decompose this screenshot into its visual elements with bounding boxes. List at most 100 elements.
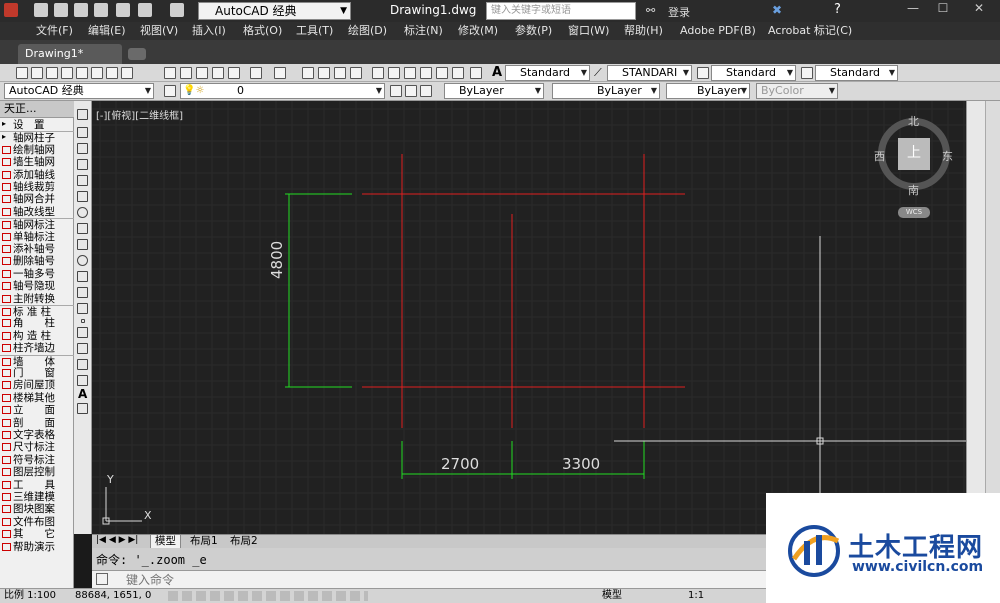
palette-item[interactable]: 柱齐墙边: [0, 342, 74, 354]
palette-item[interactable]: 轴改线型: [0, 206, 74, 218]
minimize-button[interactable]: —: [900, 1, 926, 17]
menu-modify[interactable]: 修改(M): [458, 22, 498, 40]
palette-item[interactable]: 墙生轴网: [0, 156, 74, 168]
copy-icon[interactable]: [180, 67, 192, 79]
point-icon[interactable]: [81, 319, 85, 323]
exchange-icon[interactable]: ✖: [772, 3, 782, 17]
cylinder-icon[interactable]: [31, 67, 43, 79]
wedge-icon[interactable]: [91, 67, 103, 79]
cut-icon[interactable]: [164, 67, 176, 79]
palette-item[interactable]: 楼梯其他: [0, 392, 74, 404]
palette-item[interactable]: 添补轴号: [0, 243, 74, 255]
viewcube-top[interactable]: 上: [898, 138, 930, 170]
tab-first-icon[interactable]: |◀ ◀ ▶ ▶|: [96, 535, 138, 545]
rectangle-icon[interactable]: [77, 175, 88, 186]
palette-item[interactable]: 删除轴号: [0, 255, 74, 267]
compass-east[interactable]: 东: [942, 148, 953, 164]
compass-west[interactable]: 西: [874, 148, 885, 164]
palette-item[interactable]: 图块图案: [0, 503, 74, 515]
undo-icon[interactable]: [250, 67, 262, 79]
make-block-icon[interactable]: [77, 303, 88, 314]
menu-tools[interactable]: 工具(T): [296, 22, 333, 40]
undo-icon[interactable]: [138, 3, 152, 17]
menu-file[interactable]: 文件(F): [36, 22, 73, 40]
multileader-style-select[interactable]: Standard ▼: [815, 65, 898, 81]
sheet-set-icon[interactable]: [420, 67, 432, 79]
zoom-previous-icon[interactable]: [350, 67, 362, 79]
layer-manager-icon[interactable]: [164, 85, 176, 97]
scale-readout[interactable]: 比例 1:100: [4, 589, 56, 603]
text-style-select[interactable]: Standard ▼: [505, 65, 590, 81]
menu-format[interactable]: 格式(O): [243, 22, 282, 40]
drawing-canvas[interactable]: [-][俯视][二维线框] 上 北 西 东 南 WCS 4800 2700 33…: [92, 101, 966, 534]
block-editor-icon[interactable]: [228, 67, 240, 79]
layer-select[interactable]: 💡☼ 0 ▼: [180, 83, 385, 99]
make-current-icon[interactable]: [390, 85, 402, 97]
palette-item[interactable]: 构 造 柱: [0, 330, 74, 342]
binoculars-icon[interactable]: ⚯: [646, 4, 655, 17]
properties-icon[interactable]: [372, 67, 384, 79]
tab-drawing1[interactable]: Drawing1*: [18, 44, 122, 64]
wcs-menu[interactable]: WCS: [898, 207, 930, 218]
tool-palette-icon[interactable]: [404, 67, 416, 79]
compass-south[interactable]: 南: [908, 182, 919, 198]
palette-item[interactable]: 角 柱: [0, 317, 74, 329]
menu-parametric[interactable]: 参数(P): [515, 22, 552, 40]
help-icon[interactable]: ?: [834, 2, 841, 17]
palette-item[interactable]: 尺寸标注: [0, 441, 74, 453]
cube-icon[interactable]: [16, 67, 28, 79]
palette-item[interactable]: 图层控制: [0, 466, 74, 478]
circle-icon[interactable]: [77, 207, 88, 218]
table-icon[interactable]: [77, 375, 88, 386]
palette-item[interactable]: 门 窗: [0, 367, 74, 379]
save-as-icon[interactable]: [94, 3, 108, 17]
palette-item[interactable]: 立 面: [0, 404, 74, 416]
dim-style-select[interactable]: STANDARI ▼: [607, 65, 692, 81]
workspace-select[interactable]: AutoCAD 经典 ▼: [198, 2, 351, 20]
palette-item[interactable]: 其 它: [0, 528, 74, 540]
palette-item[interactable]: 文字表格: [0, 429, 74, 441]
multiline-text-icon[interactable]: A: [78, 387, 87, 401]
palette-item[interactable]: 文件布图: [0, 516, 74, 528]
line-icon[interactable]: [77, 109, 88, 120]
insert-block-icon[interactable]: [77, 287, 88, 298]
extrude-icon[interactable]: [121, 67, 133, 79]
palette-item[interactable]: 轴线裁剪: [0, 181, 74, 193]
gradient-icon[interactable]: [77, 343, 88, 354]
app-logo-icon[interactable]: [4, 3, 18, 17]
linetype-select[interactable]: ByLayer ▼: [552, 83, 660, 99]
menu-insert[interactable]: 插入(I): [192, 22, 226, 40]
match-properties-icon[interactable]: [212, 67, 224, 79]
redo-icon[interactable]: [170, 3, 184, 17]
sphere-icon[interactable]: [61, 67, 73, 79]
palette-item[interactable]: 主附转换: [0, 293, 74, 305]
tab-layout2[interactable]: 布局2: [226, 535, 262, 549]
palette-item[interactable]: 轴网合并: [0, 193, 74, 205]
lineweight-select[interactable]: ByLayer ▼: [666, 83, 750, 99]
pyramid-icon[interactable]: [106, 67, 118, 79]
login-button[interactable]: 登录: [668, 4, 690, 20]
hatch-icon[interactable]: [77, 327, 88, 338]
menu-view[interactable]: 视图(V): [140, 22, 178, 40]
region-icon[interactable]: [77, 359, 88, 370]
compass-north[interactable]: 北: [908, 113, 919, 129]
add-selected-icon[interactable]: [77, 403, 88, 414]
layer-previous-icon[interactable]: [405, 85, 417, 97]
menu-dimension[interactable]: 标注(N): [404, 22, 443, 40]
new-file-icon[interactable]: [34, 3, 48, 17]
polyline-icon[interactable]: [77, 143, 88, 154]
palette-item[interactable]: 墙 体: [0, 354, 74, 368]
menu-draw[interactable]: 绘图(D): [348, 22, 387, 40]
palette-item[interactable]: 符号标注: [0, 454, 74, 466]
palette-item[interactable]: 轴号隐现: [0, 280, 74, 292]
new-tab-button[interactable]: [128, 48, 146, 60]
ellipse-icon[interactable]: [77, 255, 88, 266]
paste-icon[interactable]: [196, 67, 208, 79]
menu-window[interactable]: 窗口(W): [568, 22, 609, 40]
tab-layout1[interactable]: 布局1: [186, 535, 222, 549]
palette-item[interactable]: 三维建模: [0, 491, 74, 503]
pan-icon[interactable]: [302, 67, 314, 79]
palette-item[interactable]: 帮助演示: [0, 541, 74, 553]
polygon-icon[interactable]: [77, 159, 88, 170]
palette-item[interactable]: 绘制轴网: [0, 144, 74, 156]
